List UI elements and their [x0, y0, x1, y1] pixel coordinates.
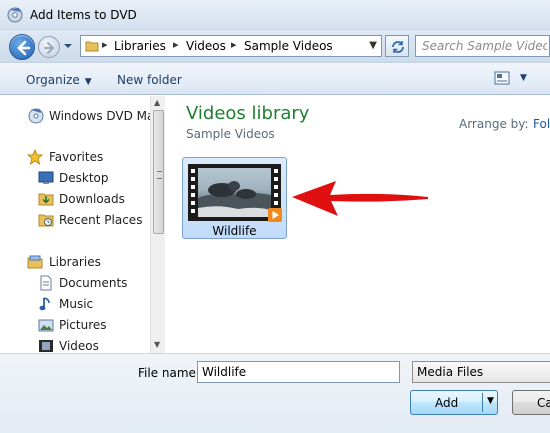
- desktop-icon: [38, 171, 54, 184]
- file-type-filter[interactable]: Media Files: [412, 361, 550, 383]
- nav-item-pictures[interactable]: Pictures: [0, 315, 150, 335]
- address-bar[interactable]: ▸ Libraries ▸ Videos ▸ Sample Videos ▼: [80, 35, 382, 57]
- scroll-down-icon[interactable]: ▼: [154, 340, 160, 349]
- split-divider: [482, 393, 483, 412]
- nav-item-dvd-maker[interactable]: Windows DVD Mak: [0, 106, 161, 126]
- nav-item-videos[interactable]: Videos: [0, 336, 150, 353]
- pictures-icon: [38, 319, 54, 332]
- nav-item-documents[interactable]: Documents: [0, 273, 150, 293]
- forward-button[interactable]: [38, 36, 60, 58]
- new-folder-button[interactable]: New folder: [117, 73, 182, 87]
- change-view-icon[interactable]: [494, 71, 510, 85]
- add-button-label: Add: [435, 396, 459, 410]
- refresh-button[interactable]: [385, 35, 409, 57]
- video-play-badge-icon: [268, 208, 282, 222]
- refresh-icon: [392, 41, 404, 53]
- file-type-value: Media Files: [417, 365, 484, 379]
- forward-arrow-icon: [44, 42, 55, 54]
- organize-menu[interactable]: Organize ▼: [26, 73, 92, 87]
- file-name-input[interactable]: [197, 361, 400, 383]
- address-row: ▸ Libraries ▸ Videos ▸ Sample Videos ▼: [0, 30, 550, 62]
- nav-label: Desktop: [59, 171, 109, 185]
- nav-label: Documents: [59, 276, 128, 290]
- back-button[interactable]: [9, 34, 35, 60]
- recent-pages-dropdown-icon[interactable]: [63, 41, 73, 51]
- view-dropdown-icon[interactable]: ▼: [520, 73, 527, 83]
- nav-item-favorites[interactable]: Favorites: [0, 147, 150, 167]
- nav-label: Videos: [59, 339, 99, 353]
- nav-label: Music: [59, 297, 94, 311]
- add-options-dropdown-icon[interactable]: ▼: [487, 396, 494, 406]
- chevron-down-icon: ▼: [84, 77, 92, 87]
- nav-scrollbar[interactable]: ▲ ▼: [150, 96, 165, 353]
- navigation-pane: Windows DVD Mak Favorites Desktop Downlo…: [0, 96, 165, 353]
- nav-item-desktop[interactable]: Desktop: [0, 168, 150, 188]
- dvd-maker-icon: [7, 7, 23, 23]
- command-bar: Organize ▼ New folder ▼: [0, 62, 550, 95]
- file-list-area: Videos library Sample Videos Arrange by:…: [166, 96, 550, 353]
- window-title: Add Items to DVD: [30, 8, 137, 22]
- nav-label: Libraries: [49, 255, 101, 269]
- library-title: Videos library: [186, 103, 310, 124]
- film-strip-icon: [191, 169, 195, 213]
- arrange-by-value[interactable]: Fol: [533, 117, 550, 131]
- title-bar: Add Items to DVD: [0, 0, 550, 30]
- nav-label: Pictures: [59, 318, 107, 332]
- search-box[interactable]: [415, 35, 550, 57]
- file-item-wildlife[interactable]: Wildlife: [182, 157, 287, 239]
- library-subtitle: Sample Videos: [186, 127, 275, 141]
- nav-item-recent-places[interactable]: Recent Places: [0, 210, 150, 230]
- nav-label: Downloads: [59, 192, 125, 206]
- videos-icon: [39, 340, 53, 352]
- search-input[interactable]: [422, 38, 547, 54]
- breadcrumb-separator-icon[interactable]: ▸: [173, 38, 179, 51]
- star-icon: [27, 149, 43, 165]
- add-button[interactable]: Add ▼: [410, 390, 498, 415]
- recent-places-icon: [38, 214, 54, 227]
- cancel-button[interactable]: Ca: [512, 390, 550, 415]
- documents-icon: [40, 275, 52, 291]
- nav-item-downloads[interactable]: Downloads: [0, 189, 150, 209]
- address-dropdown-icon[interactable]: ▼: [369, 40, 377, 51]
- breadcrumb-libraries[interactable]: Libraries: [114, 39, 166, 53]
- back-arrow-icon: [17, 40, 31, 56]
- scroll-up-icon[interactable]: ▲: [154, 98, 160, 107]
- music-note-icon: [39, 297, 50, 311]
- breadcrumb-separator-icon[interactable]: ▸: [102, 38, 108, 51]
- breadcrumb-sample-videos[interactable]: Sample Videos: [244, 39, 333, 53]
- scrollbar-thumb[interactable]: [153, 110, 164, 234]
- red-arrow-annotation-icon: [292, 181, 428, 216]
- nav-label: Windows DVD Mak: [49, 109, 162, 123]
- nav-item-libraries[interactable]: Libraries: [0, 252, 150, 272]
- folder-icon: [85, 41, 99, 52]
- nav-item-music[interactable]: Music: [0, 294, 150, 314]
- cancel-button-label: Ca: [537, 396, 550, 410]
- file-name-field-label: File name:: [138, 366, 200, 380]
- arrange-by-label: Arrange by:: [459, 117, 529, 131]
- organize-label: Organize: [26, 73, 80, 87]
- downloads-folder-icon: [38, 193, 54, 206]
- nav-label: Favorites: [49, 150, 104, 164]
- dialog-footer: File name: Media Files Add ▼ Ca: [0, 353, 550, 433]
- video-thumbnail: [188, 164, 282, 222]
- breadcrumb-separator-icon[interactable]: ▸: [231, 38, 237, 51]
- breadcrumb-videos[interactable]: Videos: [186, 39, 226, 53]
- file-name-label: Wildlife: [212, 224, 257, 238]
- seals-on-rocks-image: [198, 181, 271, 217]
- nav-label: Recent Places: [59, 213, 143, 227]
- dvd-maker-icon: [28, 108, 44, 124]
- libraries-icon: [27, 255, 43, 269]
